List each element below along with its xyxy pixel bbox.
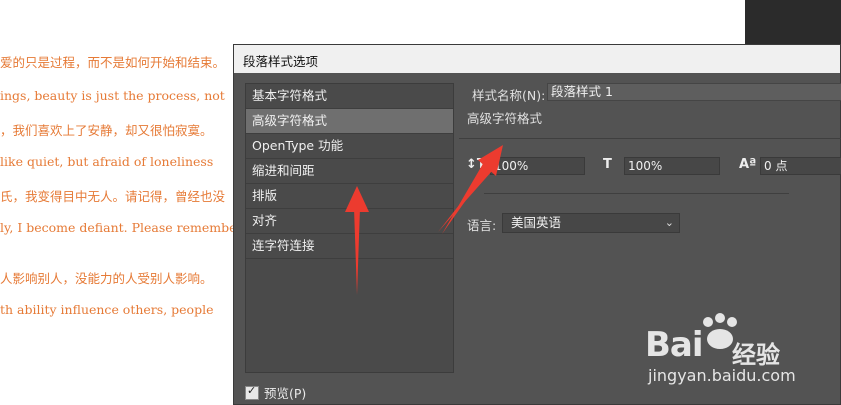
watermark-url: jingyan.baidu.com (648, 366, 796, 385)
arrow-up-annotation (345, 186, 369, 295)
watermark-jingyan-text: 经验 (732, 341, 780, 369)
arrow-diagonal-annotation (438, 145, 503, 234)
